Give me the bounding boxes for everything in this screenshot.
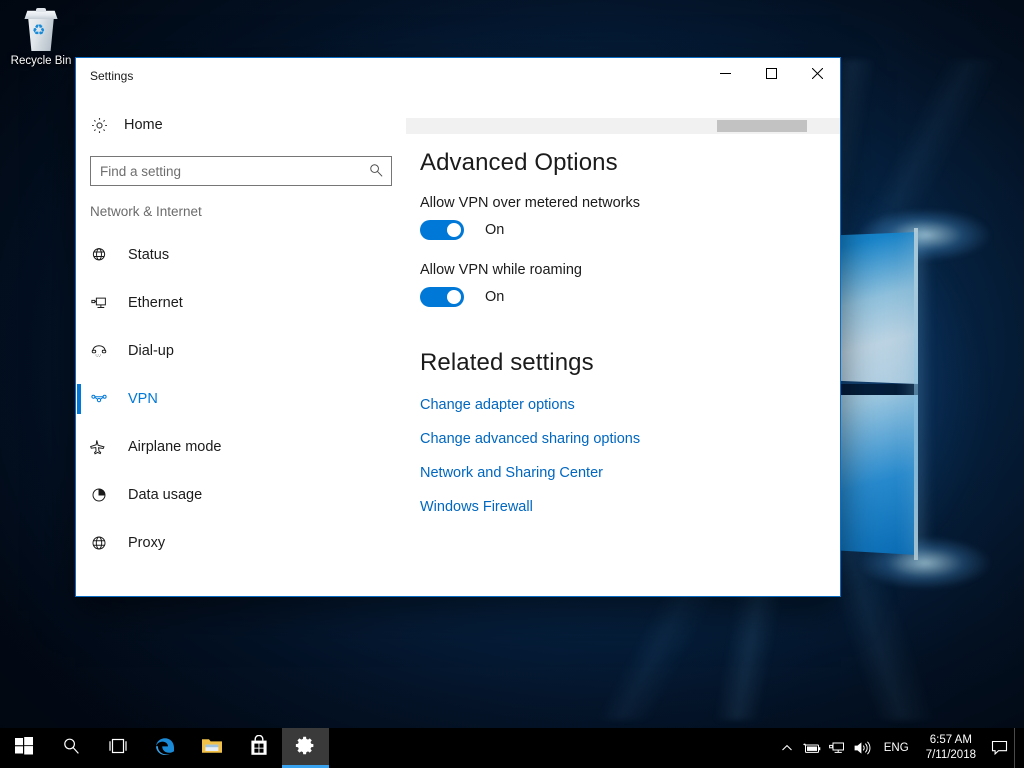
sidebar-item-vpn[interactable]: VPN xyxy=(76,375,406,423)
desktop[interactable]: ♻ Recycle Bin Settings Home Find a setti… xyxy=(0,0,1024,768)
taskbar[interactable]: ENG 6:57 AM 7/11/2018 xyxy=(0,728,1024,768)
window-titlebar[interactable]: Settings xyxy=(76,58,840,91)
settings-button[interactable] xyxy=(282,728,329,768)
language-indicator[interactable]: ENG xyxy=(875,728,918,768)
clock[interactable]: 6:57 AM 7/11/2018 xyxy=(918,728,984,768)
task-view-button[interactable] xyxy=(94,728,141,768)
scrollbar-thumb[interactable] xyxy=(717,120,807,132)
sidebar-item-label: Status xyxy=(128,247,170,263)
volume-icon[interactable] xyxy=(850,728,875,768)
sidebar-item-label: Dial-up xyxy=(128,343,174,359)
link-windows-firewall[interactable]: Windows Firewall xyxy=(420,499,533,515)
airplane-icon xyxy=(90,438,120,456)
store-bag-icon xyxy=(249,734,269,761)
edge-button[interactable] xyxy=(141,728,188,768)
search-button[interactable] xyxy=(47,728,94,768)
sidebar-item-airplane-mode[interactable]: Airplane mode xyxy=(76,423,406,471)
recycle-bin-icon: ♻ xyxy=(21,8,61,52)
microsoft-store-button[interactable] xyxy=(235,728,282,768)
search-container xyxy=(76,156,406,186)
toggle-knob xyxy=(447,223,461,237)
start-button[interactable] xyxy=(0,728,47,768)
task-view-icon xyxy=(107,738,129,759)
allow-vpn-roaming-toggle[interactable] xyxy=(420,287,464,307)
sidebar-item-ethernet[interactable]: Ethernet xyxy=(76,279,406,327)
gear-icon xyxy=(295,735,316,761)
search-box[interactable] xyxy=(90,156,392,186)
related-links-list: Change adapter options Change advanced s… xyxy=(420,397,840,533)
settings-content: Advanced Options Allow VPN over metered … xyxy=(406,91,840,596)
allow-vpn-metered-toggle[interactable] xyxy=(420,220,464,240)
window-controls xyxy=(702,58,840,88)
toggle-knob xyxy=(447,290,461,304)
sidebar-item-proxy[interactable]: Proxy xyxy=(76,519,406,567)
action-center-icon[interactable] xyxy=(984,728,1014,768)
settings-sidebar: Home Network & Internet xyxy=(76,91,406,596)
toggle-state-label: On xyxy=(485,289,505,305)
sidebar-item-dial-up[interactable]: Dial-up xyxy=(76,327,406,375)
setting-label: Allow VPN over metered networks xyxy=(420,195,640,211)
sidebar-item-label: Airplane mode xyxy=(128,439,222,455)
recycle-bin-label: Recycle Bin xyxy=(10,55,72,67)
link-change-adapter-options[interactable]: Change adapter options xyxy=(420,397,575,413)
setting-allow-vpn-metered: Allow VPN over metered networks On xyxy=(420,195,840,240)
toggle-state-label: On xyxy=(485,222,505,238)
search-icon xyxy=(369,163,383,182)
system-tray: ENG 6:57 AM 7/11/2018 xyxy=(775,728,1024,768)
search-input[interactable] xyxy=(91,157,391,185)
sidebar-item-home[interactable]: Home xyxy=(76,108,406,142)
edge-icon xyxy=(154,735,176,762)
search-icon xyxy=(62,737,80,760)
link-change-advanced-sharing-options[interactable]: Change advanced sharing options xyxy=(420,431,640,447)
sidebar-home-label: Home xyxy=(124,117,163,133)
link-network-and-sharing-center[interactable]: Network and Sharing Center xyxy=(420,465,603,481)
show-hidden-icons-icon[interactable] xyxy=(775,728,800,768)
status-globe-icon xyxy=(90,246,120,264)
related-settings-heading: Related settings xyxy=(420,349,594,376)
clock-time: 6:57 AM xyxy=(929,734,972,746)
sidebar-group-title: Network & Internet xyxy=(90,204,202,219)
show-desktop-button[interactable] xyxy=(1014,728,1020,768)
setting-label: Allow VPN while roaming xyxy=(420,262,582,278)
file-explorer-button[interactable] xyxy=(188,728,235,768)
dialup-phone-icon xyxy=(90,342,120,360)
sidebar-item-label: Proxy xyxy=(128,535,166,551)
gear-icon xyxy=(90,116,120,135)
setting-allow-vpn-roaming: Allow VPN while roaming On xyxy=(420,262,840,307)
maximize-button[interactable] xyxy=(748,58,794,88)
sidebar-item-label: Data usage xyxy=(128,487,203,503)
vpn-icon xyxy=(90,390,120,408)
network-icon[interactable] xyxy=(825,728,850,768)
minimize-button[interactable] xyxy=(702,58,748,88)
battery-icon[interactable] xyxy=(800,728,825,768)
folder-icon xyxy=(201,736,223,760)
sidebar-item-label: Ethernet xyxy=(128,295,183,311)
globe-icon xyxy=(90,534,120,552)
recycle-bin-desktop-icon[interactable]: ♻ Recycle Bin xyxy=(4,6,78,80)
settings-window[interactable]: Settings Home Find a setting Network & I… xyxy=(75,57,841,597)
content-scrollbar[interactable] xyxy=(406,118,840,134)
pie-chart-icon xyxy=(90,486,120,504)
sidebar-item-label: VPN xyxy=(128,391,158,407)
ethernet-icon xyxy=(90,294,120,312)
sidebar-nav-list: Status Ethernet Dial-up VPN Airplane mod… xyxy=(76,231,406,567)
clock-date: 7/11/2018 xyxy=(925,749,976,761)
close-button[interactable] xyxy=(794,58,840,88)
sidebar-item-data-usage[interactable]: Data usage xyxy=(76,471,406,519)
window-title: Settings xyxy=(90,69,134,83)
windows-logo-icon xyxy=(14,736,33,760)
taskbar-buttons xyxy=(0,728,329,768)
sidebar-item-status[interactable]: Status xyxy=(76,231,406,279)
advanced-options-heading: Advanced Options xyxy=(420,149,618,176)
